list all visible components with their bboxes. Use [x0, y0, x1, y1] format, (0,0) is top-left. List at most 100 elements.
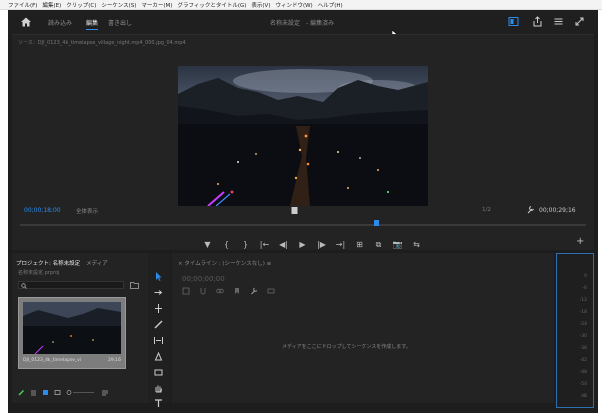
- project-name: 名称未設定: [270, 20, 301, 27]
- hand-tool-icon[interactable]: [153, 383, 164, 394]
- razor-tool-icon[interactable]: [153, 319, 164, 330]
- meter-label: -6: [582, 286, 588, 291]
- project-tabs: プロジェクト: 名称未設定 メディア: [16, 259, 108, 267]
- meter-label: 0: [584, 274, 587, 279]
- clip-thumbnail[interactable]: DJI_0123_4k_timelapse_vi 29;16: [18, 297, 126, 369]
- overwrite-icon[interactable]: ⧉: [373, 239, 384, 250]
- source-monitor: ソース：DJI_0123_4k_timelapse_village_night.…: [12, 34, 594, 250]
- menu-window[interactable]: ウィンドウ(W): [275, 1, 312, 9]
- project-title: 名称未設定 - 編集済み: [270, 18, 334, 27]
- rectangle-tool-icon[interactable]: [153, 367, 164, 378]
- project-file-label: 名称未設定.prproj: [18, 270, 60, 276]
- search-input[interactable]: [18, 281, 124, 289]
- tab-media[interactable]: メディア: [86, 259, 108, 267]
- meter-label: -42: [579, 358, 587, 363]
- snap-icon[interactable]: [199, 287, 207, 295]
- menu-help[interactable]: ヘルプ(H): [318, 1, 343, 9]
- timeline-timecode[interactable]: 00;00;00;00: [182, 275, 225, 283]
- playhead[interactable]: [374, 220, 379, 226]
- menu-graphics[interactable]: グラフィックとタイトル(G): [177, 1, 246, 9]
- menu-sequence[interactable]: シーケンス(S): [101, 1, 136, 9]
- play-icon[interactable]: ▶: [297, 239, 308, 250]
- captions-icon[interactable]: [267, 287, 275, 295]
- audio-meter: 0 -6 -12 -18 -24 -30 -36 -42 -48 -54 dB: [556, 253, 594, 408]
- timeline-toolbar: [182, 287, 275, 295]
- search-icon: [21, 283, 27, 289]
- pen-tool-icon[interactable]: [153, 351, 164, 362]
- time-ruler[interactable]: [20, 224, 586, 226]
- workspace-header: 読み込み 編集 書き出し 名称未設定 - 編集済み: [8, 10, 598, 40]
- nest-icon[interactable]: [182, 287, 190, 295]
- meter-label: -24: [579, 322, 587, 327]
- new-bin-icon[interactable]: [130, 281, 139, 289]
- home-icon[interactable]: [20, 16, 32, 28]
- night-village-image: [178, 66, 428, 206]
- slip-tool-icon[interactable]: [153, 335, 164, 346]
- source-path: ソース：DJI_0123_4k_timelapse_village_night.…: [18, 40, 186, 46]
- clip-duration: 29;16: [108, 358, 121, 363]
- meter-label: -30: [579, 334, 587, 339]
- track-select-tool-icon[interactable]: [153, 287, 164, 298]
- timeline-wrench-icon[interactable]: [250, 287, 258, 295]
- safe-margins-icon[interactable]: ⇆: [411, 239, 422, 250]
- meter-label: -54: [579, 382, 587, 387]
- freeform-view-icon[interactable]: [54, 389, 61, 396]
- video-preview[interactable]: [178, 66, 428, 206]
- export-frame-icon[interactable]: 📷: [392, 239, 403, 250]
- menu-bar: ファイル(F) 編集(E) クリップ(C) シーケンス(S) マーカー(M) グ…: [0, 0, 602, 10]
- clip-preview: [23, 302, 121, 354]
- menu-view[interactable]: 表示(V): [251, 1, 270, 9]
- ripple-edit-tool-icon[interactable]: [153, 303, 164, 314]
- fullscreen-icon[interactable]: [574, 16, 585, 27]
- mark-in-icon[interactable]: {: [221, 239, 232, 250]
- panels-icon[interactable]: [553, 16, 564, 27]
- project-status: - 編集済み: [306, 20, 335, 27]
- fit-dropdown[interactable]: 全体表示: [76, 207, 98, 215]
- add-marker-timeline-icon[interactable]: [233, 287, 241, 295]
- share-icon[interactable]: [532, 16, 543, 27]
- settings-wrench-icon[interactable]: [290, 206, 299, 215]
- pencil-icon[interactable]: [18, 389, 25, 396]
- menu-marker[interactable]: マーカー(M): [141, 1, 172, 9]
- tab-import[interactable]: 読み込み: [48, 18, 72, 27]
- meter-label: -18: [579, 310, 587, 315]
- add-marker-icon[interactable]: ▼: [202, 239, 213, 250]
- add-button[interactable]: +: [576, 236, 584, 247]
- icon-view-icon[interactable]: [42, 389, 49, 396]
- meter-label: -48: [579, 370, 587, 375]
- go-to-out-icon[interactable]: →|: [335, 239, 346, 250]
- menu-clip[interactable]: クリップ(C): [66, 1, 96, 9]
- timeline-title[interactable]: × タイムライン : (シーケンスなし) ≡: [178, 259, 271, 267]
- zoom-slider[interactable]: [66, 389, 96, 396]
- tab-project[interactable]: プロジェクト: 名称未設定: [16, 259, 80, 267]
- duration-timecode: 00;00;29;16: [539, 207, 576, 214]
- tab-edit[interactable]: 編集: [86, 18, 99, 30]
- type-tool-icon[interactable]: [153, 399, 164, 407]
- workspace-layout-icon[interactable]: [508, 16, 519, 27]
- clip-name: DJI_0123_4k_timelapse_vi: [23, 358, 82, 363]
- tools-panel: [148, 253, 170, 407]
- mark-out-icon[interactable]: }: [240, 239, 251, 250]
- tab-export[interactable]: 書き出し: [108, 18, 132, 27]
- menu-edit[interactable]: 編集(E): [42, 1, 61, 9]
- wrench-icon[interactable]: [526, 205, 535, 214]
- insert-icon[interactable]: ⊞: [354, 239, 365, 250]
- linked-selection-icon[interactable]: [216, 287, 224, 295]
- transport-controls: ▼ { } |← ◀| ▶ |▶ →| ⊞ ⧉ 📷 ⇆: [202, 239, 422, 250]
- premiere-window: 読み込み 編集 書き出し 名称未設定 - 編集済み ソース：DJI_0123_4…: [8, 10, 598, 413]
- project-panel: プロジェクト: 名称未設定 メディア 名称未設定.prproj DJI_0123…: [12, 253, 148, 403]
- meter-label: -36: [579, 346, 587, 351]
- source-timecode[interactable]: 00;00;18;00: [24, 207, 61, 214]
- selection-tool-icon[interactable]: [153, 271, 164, 282]
- go-to-in-icon[interactable]: |←: [259, 239, 270, 250]
- sort-icon[interactable]: [101, 389, 109, 396]
- step-back-icon[interactable]: ◀|: [278, 239, 289, 250]
- quality-dropdown[interactable]: 1/2: [482, 207, 491, 213]
- thumbnail-image: [23, 302, 121, 354]
- meter-label: -12: [579, 298, 587, 303]
- list-view-icon[interactable]: [30, 389, 37, 396]
- drop-hint: メディアをここにドロップしてシーケンスを作成します。: [282, 344, 411, 350]
- step-forward-icon[interactable]: |▶: [316, 239, 327, 250]
- menu-file[interactable]: ファイル(F): [8, 1, 37, 9]
- project-bottom-toolbar: [18, 389, 109, 396]
